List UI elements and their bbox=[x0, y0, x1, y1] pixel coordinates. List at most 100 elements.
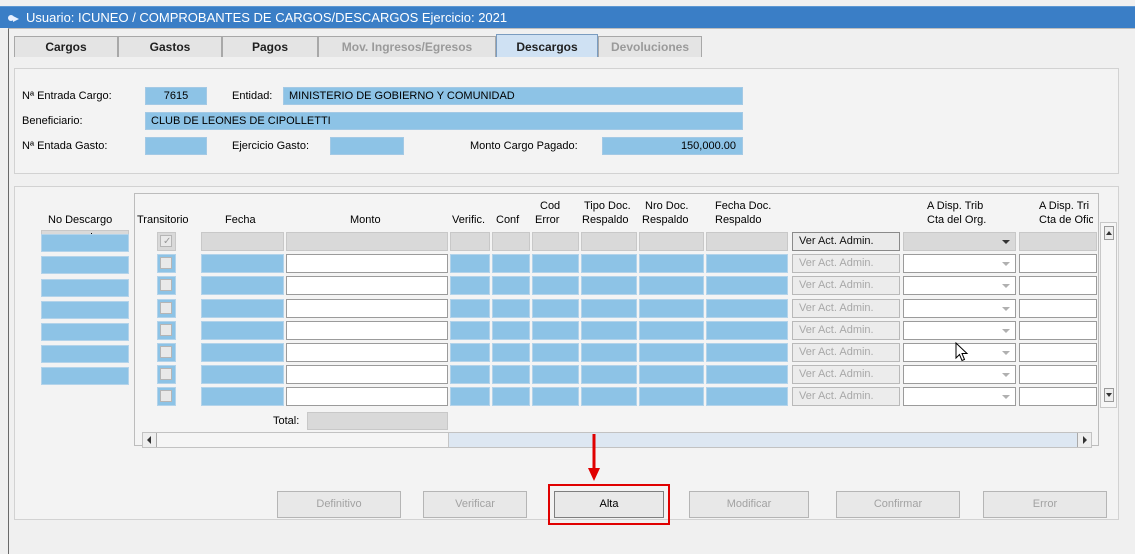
transitorio-checkbox[interactable] bbox=[160, 346, 172, 358]
tipo-doc-cell[interactable] bbox=[581, 387, 637, 406]
transitorio-checkbox[interactable]: ✓ bbox=[160, 235, 172, 247]
chevron-down-icon[interactable] bbox=[1000, 388, 1012, 405]
verific-cell[interactable] bbox=[450, 254, 490, 273]
scroll-left-button[interactable] bbox=[143, 433, 157, 447]
monto-cell[interactable] bbox=[286, 299, 448, 318]
cod-error-cell[interactable] bbox=[532, 299, 579, 318]
ver-act-admin-button[interactable]: Ver Act. Admin. bbox=[792, 299, 900, 318]
scroll-right-button[interactable] bbox=[1077, 433, 1091, 447]
cod-error-cell[interactable] bbox=[532, 276, 579, 295]
confirmar-button[interactable]: Confirmar bbox=[836, 491, 960, 518]
monto-cell[interactable] bbox=[286, 365, 448, 384]
fecha-doc-cell[interactable] bbox=[706, 299, 788, 318]
disp-of-select[interactable] bbox=[1019, 232, 1097, 251]
chevron-down-icon[interactable] bbox=[1000, 233, 1012, 250]
cod-error-cell[interactable] bbox=[532, 365, 579, 384]
disp-of-select[interactable] bbox=[1019, 276, 1097, 295]
nro-doc-cell[interactable] bbox=[639, 232, 704, 251]
fecha-doc-cell[interactable] bbox=[706, 321, 788, 340]
fecha-cell[interactable] bbox=[201, 254, 284, 273]
fecha-doc-cell[interactable] bbox=[706, 365, 788, 384]
transitorio-checkbox[interactable] bbox=[160, 368, 172, 380]
tipo-doc-cell[interactable] bbox=[581, 254, 637, 273]
nro-doc-cell[interactable] bbox=[639, 254, 704, 273]
tab-pagos[interactable]: Pagos bbox=[222, 36, 318, 57]
tipo-doc-cell[interactable] bbox=[581, 365, 637, 384]
no-descargo-cell[interactable] bbox=[41, 345, 129, 363]
tipo-doc-cell[interactable] bbox=[581, 343, 637, 362]
tipo-doc-cell[interactable] bbox=[581, 299, 637, 318]
verific-cell[interactable] bbox=[450, 299, 490, 318]
transitorio-checkbox[interactable] bbox=[160, 302, 172, 314]
conf-cell[interactable] bbox=[492, 321, 530, 340]
conf-cell[interactable] bbox=[492, 343, 530, 362]
conf-cell[interactable] bbox=[492, 254, 530, 273]
ver-act-admin-button[interactable]: Ver Act. Admin. bbox=[792, 276, 900, 295]
nro-doc-cell[interactable] bbox=[639, 276, 704, 295]
no-descargo-cell[interactable] bbox=[41, 301, 129, 319]
fecha-doc-cell[interactable] bbox=[706, 232, 788, 251]
tipo-doc-cell[interactable] bbox=[581, 232, 637, 251]
no-descargo-cell[interactable] bbox=[41, 323, 129, 341]
transitorio-checkbox[interactable] bbox=[160, 324, 172, 336]
error-button[interactable]: Error bbox=[983, 491, 1107, 518]
fecha-doc-cell[interactable] bbox=[706, 254, 788, 273]
fecha-doc-cell[interactable] bbox=[706, 343, 788, 362]
no-descargo-cell[interactable] bbox=[41, 256, 129, 274]
tab-descargos[interactable]: Descargos bbox=[496, 34, 598, 57]
definitivo-button[interactable]: Definitivo bbox=[277, 491, 401, 518]
monto-cell[interactable] bbox=[286, 343, 448, 362]
disp-of-select[interactable] bbox=[1019, 343, 1097, 362]
chevron-down-icon[interactable] bbox=[1000, 255, 1012, 272]
verificar-button[interactable]: Verificar bbox=[423, 491, 527, 518]
chevron-down-icon[interactable] bbox=[1000, 300, 1012, 317]
monto-cell[interactable] bbox=[286, 276, 448, 295]
ver-act-admin-button[interactable]: Ver Act. Admin. bbox=[792, 321, 900, 340]
conf-cell[interactable] bbox=[492, 299, 530, 318]
verific-cell[interactable] bbox=[450, 387, 490, 406]
nro-doc-cell[interactable] bbox=[639, 387, 704, 406]
cod-error-cell[interactable] bbox=[532, 254, 579, 273]
fecha-cell[interactable] bbox=[201, 232, 284, 251]
fecha-cell[interactable] bbox=[201, 365, 284, 384]
chevron-down-icon[interactable] bbox=[1000, 366, 1012, 383]
disp-of-select[interactable] bbox=[1019, 299, 1097, 318]
conf-cell[interactable] bbox=[492, 232, 530, 251]
fecha-doc-cell[interactable] bbox=[706, 276, 788, 295]
verific-cell[interactable] bbox=[450, 232, 490, 251]
fecha-cell[interactable] bbox=[201, 387, 284, 406]
scroll-down-button[interactable] bbox=[1104, 388, 1114, 402]
cod-error-cell[interactable] bbox=[532, 321, 579, 340]
verific-cell[interactable] bbox=[450, 365, 490, 384]
beneficiario-field[interactable]: CLUB DE LEONES DE CIPOLLETTI bbox=[145, 112, 743, 130]
chevron-down-icon[interactable] bbox=[1000, 344, 1012, 361]
cod-error-cell[interactable] bbox=[532, 232, 579, 251]
fecha-cell[interactable] bbox=[201, 299, 284, 318]
tab-mov-ingresos-egresos[interactable]: Mov. Ingresos/Egresos bbox=[318, 36, 496, 57]
horizontal-scrollbar[interactable] bbox=[142, 432, 1092, 448]
ejercicio-gasto-field[interactable] bbox=[330, 137, 404, 155]
nro-doc-cell[interactable] bbox=[639, 299, 704, 318]
monto-cell[interactable] bbox=[286, 254, 448, 273]
fecha-doc-cell[interactable] bbox=[706, 387, 788, 406]
transitorio-checkbox[interactable] bbox=[160, 279, 172, 291]
no-descargo-cell[interactable] bbox=[41, 279, 129, 297]
fecha-cell[interactable] bbox=[201, 321, 284, 340]
entidad-field[interactable]: MINISTERIO DE GOBIERNO Y COMUNIDAD bbox=[283, 87, 743, 105]
monto-cell[interactable] bbox=[286, 321, 448, 340]
transitorio-checkbox[interactable] bbox=[160, 390, 172, 402]
monto-cargo-field[interactable]: 150,000.00 bbox=[602, 137, 743, 155]
entrada-cargo-field[interactable]: 7615 bbox=[145, 87, 207, 105]
ver-act-admin-button[interactable]: Ver Act. Admin. bbox=[792, 232, 900, 251]
ver-act-admin-button[interactable]: Ver Act. Admin. bbox=[792, 254, 900, 273]
nro-doc-cell[interactable] bbox=[639, 321, 704, 340]
nro-doc-cell[interactable] bbox=[639, 343, 704, 362]
ver-act-admin-button[interactable]: Ver Act. Admin. bbox=[792, 343, 900, 362]
nro-doc-cell[interactable] bbox=[639, 365, 704, 384]
fecha-cell[interactable] bbox=[201, 343, 284, 362]
ver-act-admin-button[interactable]: Ver Act. Admin. bbox=[792, 387, 900, 406]
verific-cell[interactable] bbox=[450, 321, 490, 340]
no-descargo-cell[interactable] bbox=[41, 367, 129, 385]
entada-gasto-field[interactable] bbox=[145, 137, 207, 155]
horizontal-scroll-thumb[interactable] bbox=[157, 433, 449, 447]
